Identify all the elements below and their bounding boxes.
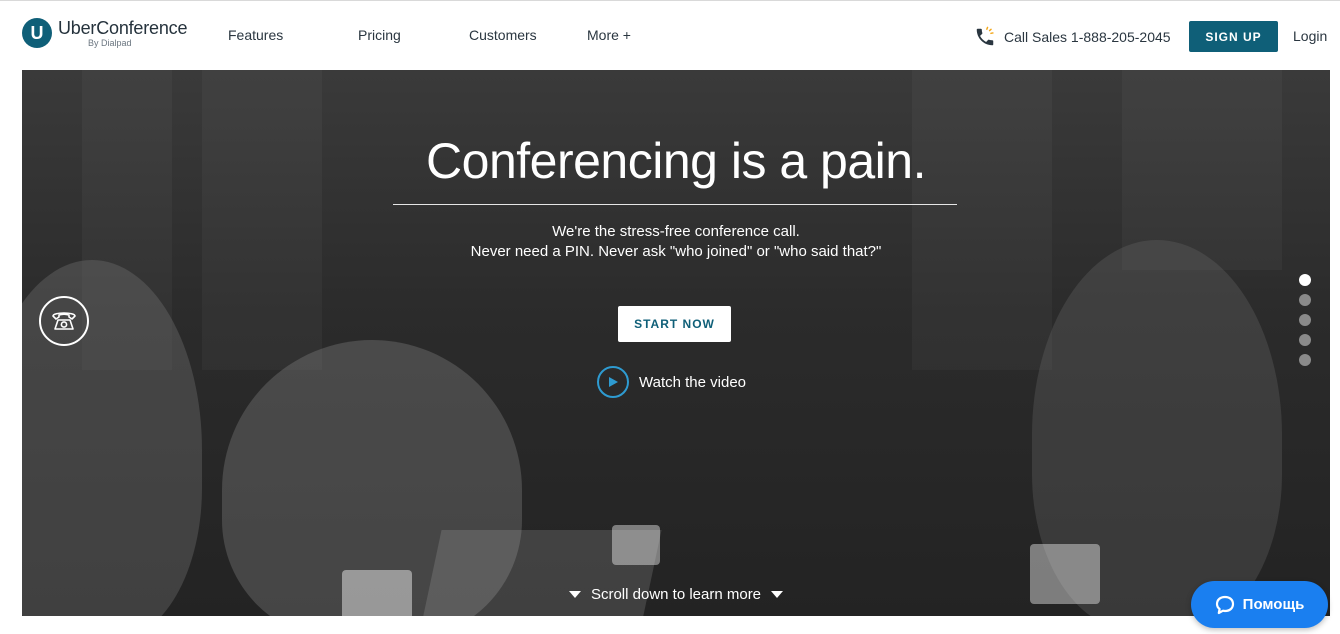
hero-divider: [393, 204, 957, 205]
help-chat-button[interactable]: Помощь: [1191, 581, 1328, 628]
hero-subtitle-line1: We're the stress-free conference call.: [552, 223, 800, 240]
play-icon: [597, 366, 629, 398]
slide-dot-4[interactable]: [1299, 334, 1311, 346]
signup-button[interactable]: SIGN UP: [1189, 21, 1278, 52]
slide-dot-5[interactable]: [1299, 354, 1311, 366]
nav-more[interactable]: More +: [587, 27, 631, 43]
telephone-icon[interactable]: [39, 296, 89, 346]
nav-features[interactable]: Features: [228, 27, 283, 43]
hero-title: Conferencing is a pain.: [426, 133, 926, 189]
call-sales[interactable]: Call Sales 1-888-205-2045: [974, 26, 1171, 48]
login-link[interactable]: Login: [1293, 28, 1327, 44]
phone-ringing-icon: [976, 26, 994, 46]
telephone-glyph: [52, 312, 76, 330]
slide-dot-2[interactable]: [1299, 294, 1311, 306]
nav-customers[interactable]: Customers: [469, 27, 537, 43]
logo-text: UberConference By Dialpad: [58, 18, 187, 49]
slide-dot-1[interactable]: [1299, 274, 1311, 286]
hero-subtitle-line2: Never need a PIN. Never ask "who joined"…: [470, 243, 882, 260]
logo-mark: U: [22, 18, 52, 48]
hero-banner: Conferencing is a pain. We're the stress…: [22, 70, 1330, 616]
caret-down-icon: [568, 591, 581, 598]
scroll-label: Scroll down to learn more: [590, 586, 762, 603]
slide-dot-3[interactable]: [1299, 314, 1311, 326]
nav-pricing[interactable]: Pricing: [358, 27, 401, 43]
background-cup: [612, 525, 660, 565]
background-window: [912, 70, 1052, 370]
watch-video-label: Watch the video: [639, 373, 746, 391]
brand-name: UberConference: [58, 18, 188, 38]
start-now-button[interactable]: START NOW: [618, 306, 731, 342]
slide-indicators: [1299, 274, 1311, 374]
logo[interactable]: U UberConference By Dialpad: [22, 18, 187, 49]
chat-bubble-icon: [1215, 595, 1234, 614]
help-label: Помощь: [1242, 596, 1305, 613]
watch-video-link[interactable]: Watch the video: [597, 366, 746, 398]
brand-subtitle: By Dialpad: [88, 38, 132, 48]
scroll-down-link[interactable]: Scroll down to learn more: [22, 586, 1330, 603]
caret-down-icon: [771, 591, 784, 598]
site-header: U UberConference By Dialpad Features Pri…: [0, 1, 1340, 70]
call-sales-text: Call Sales 1-888-205-2045: [1004, 29, 1171, 45]
background-window: [202, 70, 322, 370]
